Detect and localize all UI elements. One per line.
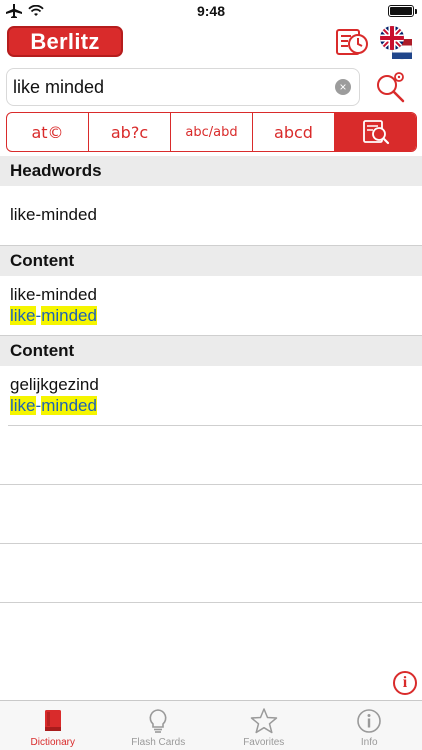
results-list: Headwords like-minded Content like-minde… xyxy=(0,156,422,662)
section-header-content: Content xyxy=(0,246,422,276)
tab-dictionary-label: Dictionary xyxy=(30,737,75,748)
match-word-minded: minded xyxy=(41,306,97,325)
content-row[interactable]: like-minded like-minded xyxy=(0,276,422,336)
content-term: like-minded xyxy=(10,285,97,304)
history-icon[interactable] xyxy=(334,24,370,60)
match-word-minded: minded xyxy=(41,396,97,415)
search-mode-bar: at© ab?c abc/abd abcd xyxy=(6,112,417,152)
status-bar: 9:48 xyxy=(0,0,422,22)
match-word-like: like xyxy=(10,396,36,415)
anagram-search-button[interactable]: abcd xyxy=(253,113,335,151)
language-switch-icon[interactable] xyxy=(378,24,414,60)
headword-term: like-minded xyxy=(10,205,97,224)
battery-icon xyxy=(388,5,417,17)
fuzzy-search-button[interactable]: abc/abd xyxy=(171,113,253,151)
content-term: gelijkgezind xyxy=(10,375,99,394)
wildcard-search-label: ab?c xyxy=(110,122,149,142)
app-header: Berlitz xyxy=(0,22,422,64)
search-box: × xyxy=(6,68,360,106)
berlitz-logo: Berlitz xyxy=(7,26,123,57)
tab-dictionary[interactable]: Dictionary xyxy=(0,701,106,750)
empty-row xyxy=(0,485,422,544)
anagram-search-label: abcd xyxy=(274,122,313,142)
tab-favorites[interactable]: Favorites xyxy=(211,701,317,750)
spell-search-label: at© xyxy=(31,122,64,142)
info-button[interactable]: i xyxy=(393,671,417,695)
empty-row xyxy=(0,603,422,662)
tab-bar: Dictionary Flash Cards Favorites Info xyxy=(0,700,422,750)
match-highlight: like-minded xyxy=(10,305,422,327)
search-input[interactable] xyxy=(13,69,333,105)
tab-info-label: Info xyxy=(360,737,378,748)
fulltext-search-button[interactable] xyxy=(335,113,416,151)
tab-info[interactable]: Info xyxy=(317,701,422,750)
lightbulb-icon xyxy=(149,709,167,733)
match-highlight: like-minded xyxy=(10,395,422,417)
search-settings-icon[interactable] xyxy=(374,70,408,104)
tab-flash-cards-label: Flash Cards xyxy=(131,737,186,748)
empty-row xyxy=(0,426,422,485)
info-icon xyxy=(357,709,382,733)
match-word-like: like xyxy=(10,306,36,325)
status-time: 9:48 xyxy=(196,3,226,19)
headword-row[interactable]: like-minded xyxy=(0,186,422,246)
star-icon xyxy=(250,708,277,734)
fulltext-search-icon xyxy=(362,120,389,145)
tab-favorites-label: Favorites xyxy=(243,737,285,748)
section-header-headwords: Headwords xyxy=(0,156,422,186)
tab-flash-cards[interactable]: Flash Cards xyxy=(106,701,212,750)
content-row[interactable]: gelijkgezind like-minded xyxy=(8,366,422,426)
clear-search-button[interactable]: × xyxy=(335,79,351,95)
book-icon xyxy=(44,710,61,731)
logo-text: Berlitz xyxy=(30,28,100,54)
wildcard-search-button[interactable]: ab?c xyxy=(89,113,171,151)
empty-row xyxy=(0,544,422,603)
spell-search-button[interactable]: at© xyxy=(7,113,89,151)
section-header-content: Content xyxy=(0,336,422,366)
fuzzy-search-label: abc/abd xyxy=(185,124,238,140)
search-row: × xyxy=(0,64,422,110)
